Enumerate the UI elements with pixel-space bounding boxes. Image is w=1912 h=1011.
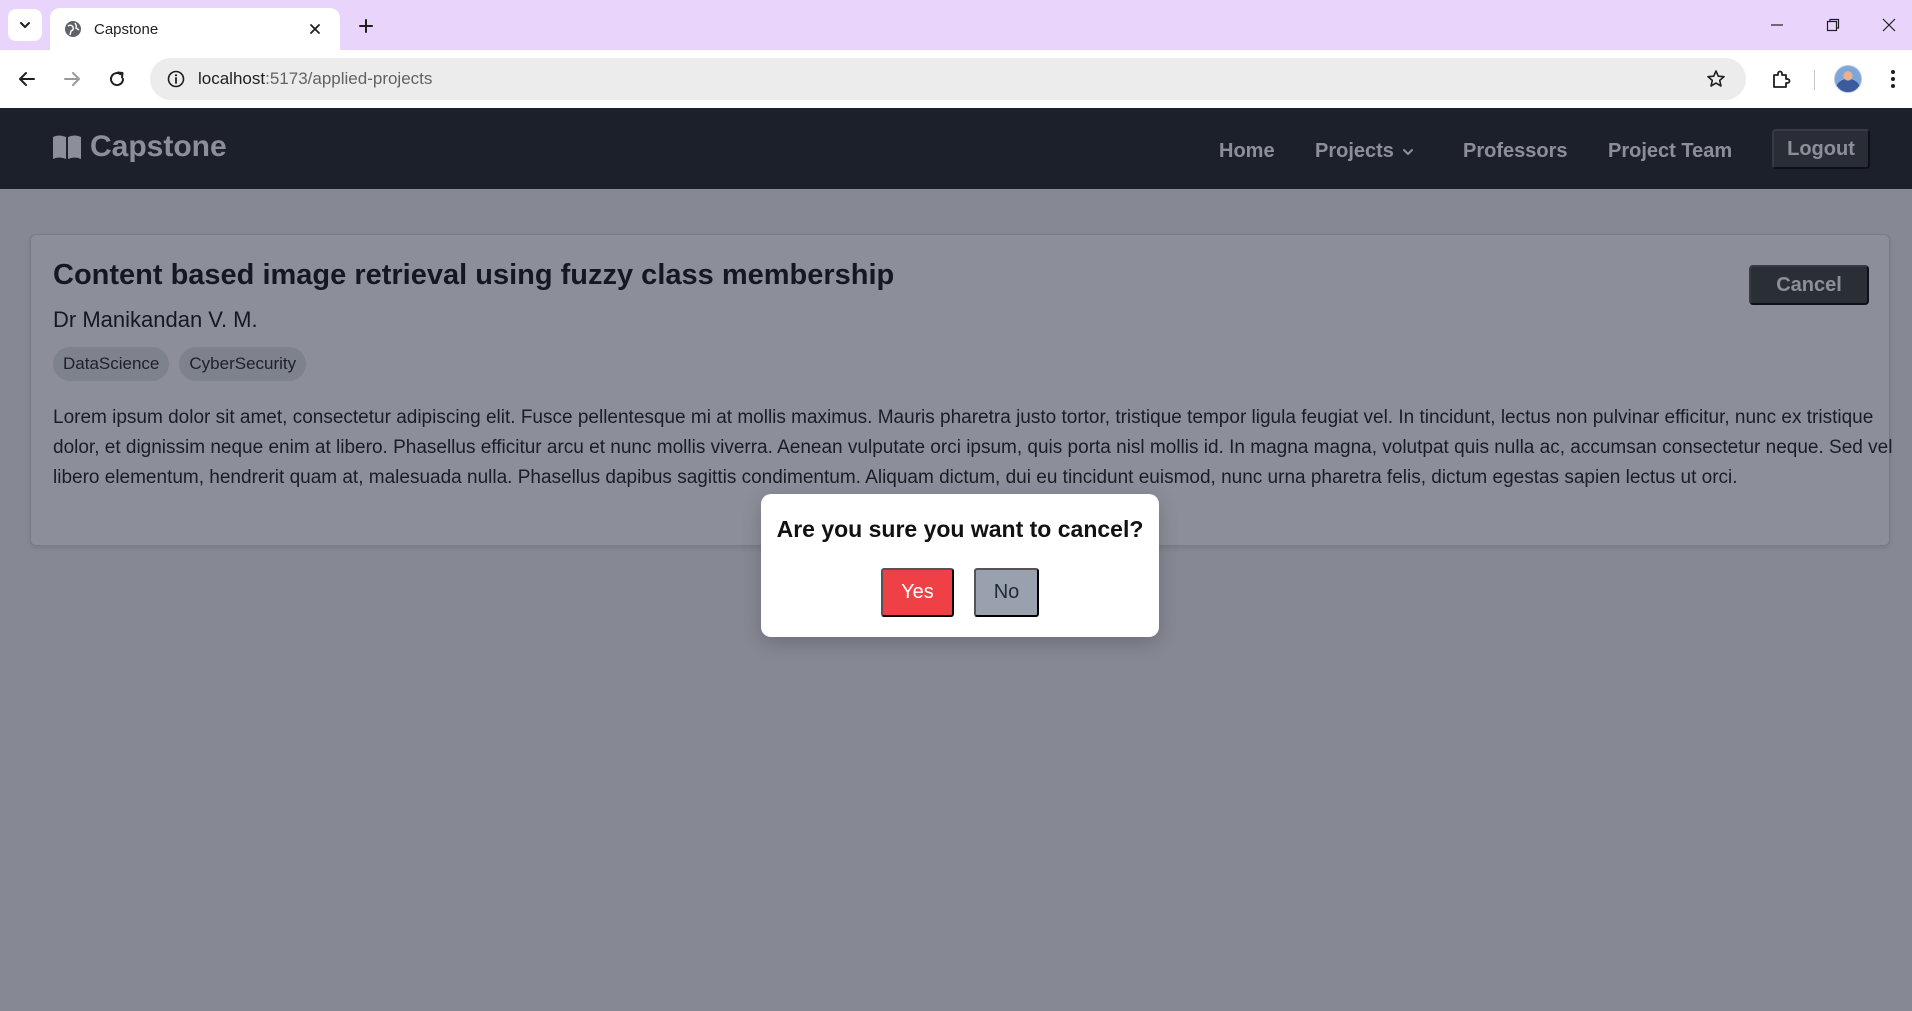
forward-button[interactable]: [57, 64, 87, 94]
url-host: localhost: [198, 69, 266, 88]
tab-search-button[interactable]: [8, 9, 42, 41]
minimize-icon: [1771, 24, 1783, 26]
restore-button[interactable]: [1818, 10, 1848, 40]
browser-tab-bar: Capstone: [0, 0, 1912, 50]
bookmark-star-icon[interactable]: [1704, 67, 1728, 91]
confirm-cancel-dialog: Are you sure you want to cancel? Yes No: [761, 494, 1159, 637]
puzzle-icon: [1773, 70, 1791, 88]
globe-icon: [65, 21, 81, 37]
app-viewport: Capstone Home Projects Professors Projec…: [0, 108, 1912, 1011]
toolbar-divider: [1814, 70, 1815, 90]
profile-avatar[interactable]: [1834, 65, 1862, 93]
close-window-button[interactable]: [1874, 10, 1904, 40]
tab-title: Capstone: [94, 20, 159, 38]
arrow-left-icon: [19, 72, 35, 86]
extensions-button[interactable]: [1766, 64, 1796, 94]
address-bar[interactable]: localhost:5173/applied-projects: [150, 58, 1746, 100]
browser-tab[interactable]: Capstone: [50, 8, 340, 50]
arrow-right-icon: [64, 72, 80, 86]
site-info-icon[interactable]: [164, 67, 188, 91]
url-text: localhost:5173/applied-projects: [198, 69, 432, 89]
confirm-yes-button[interactable]: Yes: [881, 568, 954, 617]
back-button[interactable]: [12, 64, 42, 94]
chevron-down-icon: [20, 22, 30, 28]
reload-button[interactable]: [102, 64, 132, 94]
minimize-button[interactable]: [1762, 10, 1792, 40]
browser-toolbar: localhost:5173/applied-projects: [0, 50, 1912, 108]
dialog-question: Are you sure you want to cancel?: [776, 516, 1144, 542]
url-path: :5173/applied-projects: [265, 69, 433, 88]
close-icon: [1882, 18, 1896, 32]
confirm-no-button[interactable]: No: [974, 568, 1039, 617]
new-tab-button[interactable]: [352, 12, 380, 40]
reload-icon: [110, 71, 125, 87]
browser-menu-button[interactable]: [1878, 64, 1908, 94]
more-vertical-icon: [1891, 70, 1895, 88]
plus-icon: [359, 19, 373, 33]
tab-close-icon[interactable]: [304, 18, 326, 40]
restore-icon: [1826, 18, 1840, 32]
